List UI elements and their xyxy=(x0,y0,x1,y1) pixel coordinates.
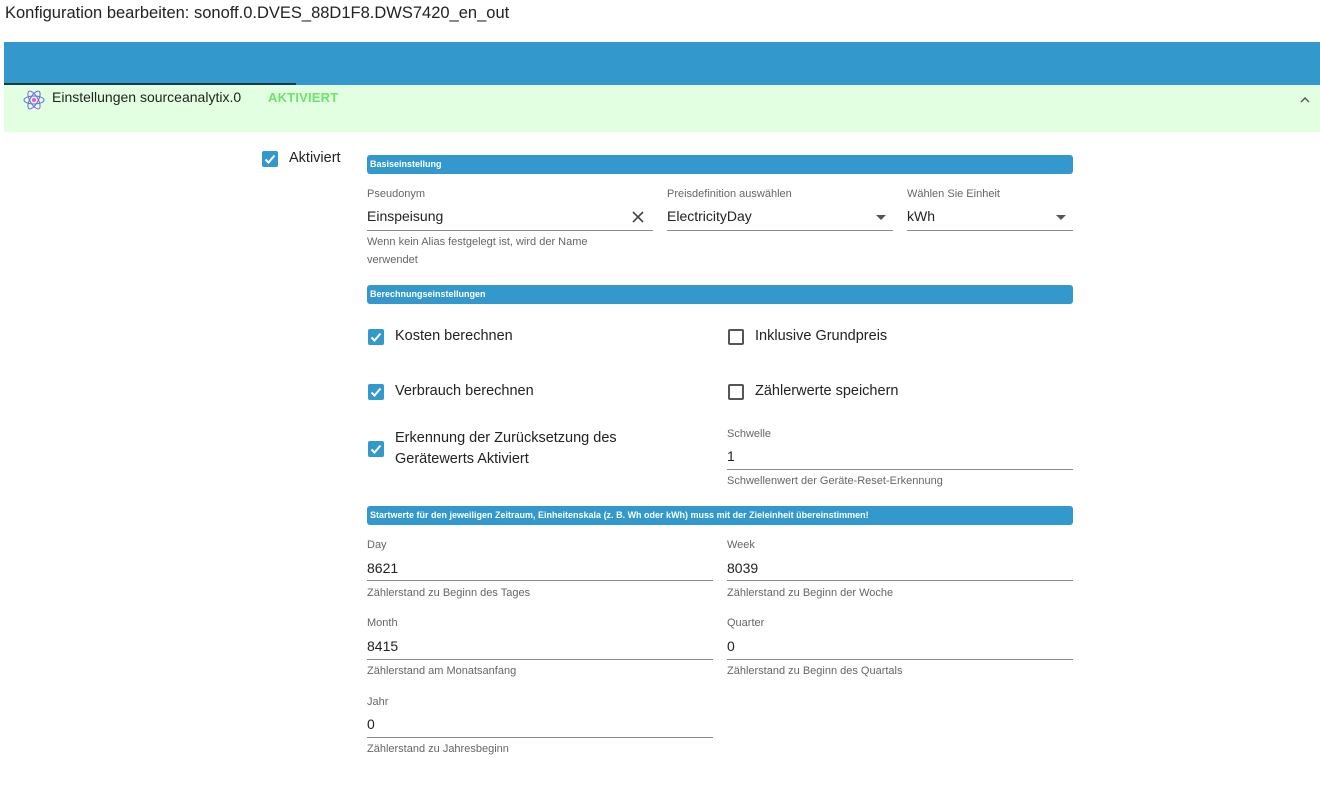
save-meter-label: Zählerwerte speichern xyxy=(755,383,899,399)
month-label: Month xyxy=(367,617,398,629)
unit-label: Wählen Sie Einheit xyxy=(907,188,1000,200)
month-underline xyxy=(367,659,713,660)
costs-label: Kosten berechnen xyxy=(395,328,513,344)
week-help: Zählerstand zu Beginn der Woche xyxy=(727,587,894,599)
week-value: 8039 xyxy=(727,560,759,576)
threshold-help: Schwellenwert der Geräte-Reset-Erkennung xyxy=(727,475,943,487)
alias-value: Einspeisung xyxy=(367,208,444,224)
section-header-start: Startwerte für den jeweiligen Zeitraum, … xyxy=(367,506,1073,525)
consumption-label: Verbrauch berechnen xyxy=(395,383,534,399)
chevron-up-icon[interactable] xyxy=(1296,91,1314,109)
alias-underline xyxy=(367,230,653,231)
price-value: ElectricityDay xyxy=(667,208,752,224)
reset-detect-checkbox[interactable] xyxy=(368,441,384,457)
dropdown-arrow-icon[interactable] xyxy=(1056,215,1066,220)
price-underline xyxy=(667,230,893,231)
costs-checkbox[interactable] xyxy=(368,329,384,345)
threshold-value: 1 xyxy=(727,448,735,464)
month-value: 8415 xyxy=(367,638,399,654)
day-label: Day xyxy=(367,539,387,551)
week-underline xyxy=(727,580,1073,581)
status-badge: AKTIVIERT xyxy=(268,90,339,105)
year-underline xyxy=(367,737,713,738)
section-title: Berechnungseinstellungen xyxy=(370,289,486,299)
consumption-checkbox[interactable] xyxy=(368,384,384,400)
atom-icon xyxy=(23,90,45,110)
clear-icon[interactable] xyxy=(631,210,645,224)
section-header-calc: Berechnungseinstellungen xyxy=(367,285,1073,304)
threshold-label: Schwelle xyxy=(727,428,772,440)
unit-underline xyxy=(907,230,1073,231)
check-icon xyxy=(370,387,382,397)
accordion-header[interactable]: Einstellungen sourceanalytix.0 AKTIVIERT xyxy=(4,85,1320,132)
quarter-help: Zählerstand zu Beginn des Quartals xyxy=(727,665,903,677)
quarter-input[interactable] xyxy=(727,633,1073,659)
day-underline xyxy=(367,580,713,581)
check-icon xyxy=(370,444,382,454)
threshold-underline xyxy=(727,469,1073,470)
day-help: Zählerstand zu Beginn des Tages xyxy=(367,587,531,599)
year-label: Jahr xyxy=(367,696,389,708)
threshold-input[interactable] xyxy=(727,444,1073,470)
accordion-title: Einstellungen sourceanalytix.0 xyxy=(52,89,242,105)
top-app-bar xyxy=(4,42,1320,85)
save-meter-checkbox[interactable] xyxy=(728,384,744,400)
quarter-value: 0 xyxy=(727,638,735,654)
year-help: Zählerstand zu Jahresbeginn xyxy=(367,743,509,755)
alias-help: Wenn kein Alias festgelegt ist, wird der… xyxy=(367,236,588,266)
quarter-underline xyxy=(727,659,1073,660)
base-price-label: Inklusive Grundpreis xyxy=(755,328,888,344)
day-value: 8621 xyxy=(367,560,399,576)
check-icon xyxy=(370,332,382,342)
week-input[interactable] xyxy=(727,555,1073,581)
unit-value: kWh xyxy=(907,208,935,224)
price-label: Preisdefinition auswählen xyxy=(667,188,792,200)
section-title: Basiseinstellung xyxy=(370,159,442,169)
month-input[interactable] xyxy=(367,633,713,659)
dropdown-arrow-icon[interactable] xyxy=(876,215,886,220)
enabled-checkbox[interactable] xyxy=(262,151,278,167)
base-price-checkbox[interactable] xyxy=(728,329,744,345)
enabled-label: Aktiviert xyxy=(289,150,341,166)
section-header-basic: Basiseinstellung xyxy=(367,155,1073,174)
reset-detect-label: Erkennung der Zurücksetzung des Gerätewe… xyxy=(395,430,617,467)
section-title: Startwerte für den jeweiligen Zeitraum, … xyxy=(370,510,869,520)
year-value: 0 xyxy=(367,716,375,732)
alias-label: Pseudonym xyxy=(367,188,426,200)
year-input[interactable] xyxy=(367,712,713,738)
check-icon xyxy=(264,154,276,164)
month-help: Zählerstand am Monatsanfang xyxy=(367,665,517,677)
week-label: Week xyxy=(727,539,755,551)
window-title: Konfiguration bearbeiten: sonoff.0.DVES_… xyxy=(5,4,510,22)
day-input[interactable] xyxy=(367,555,713,581)
quarter-label: Quarter xyxy=(727,617,765,629)
